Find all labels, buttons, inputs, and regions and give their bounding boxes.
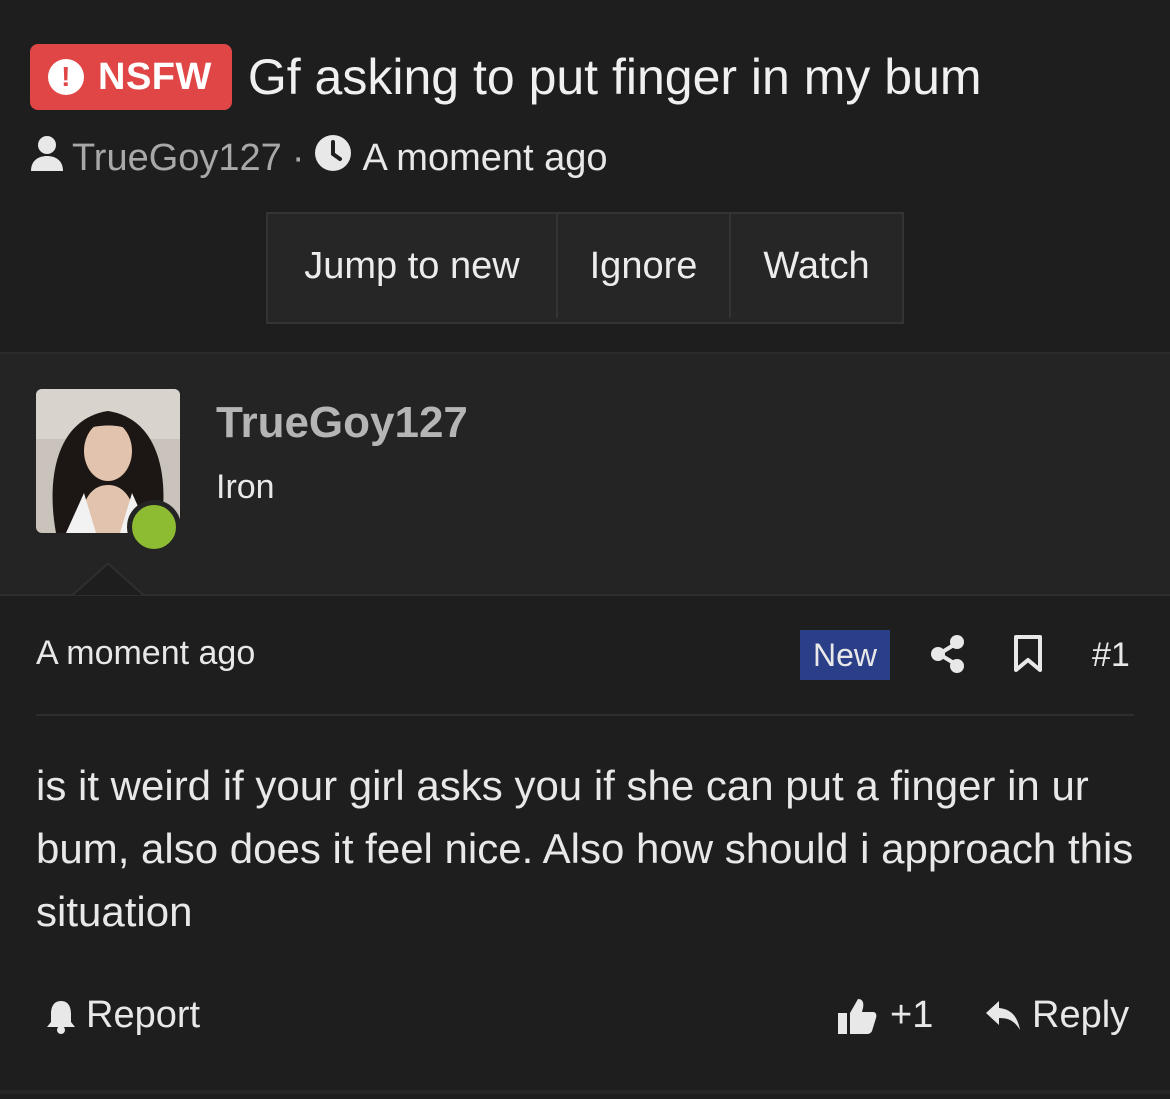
bookmark-icon[interactable] <box>1012 634 1044 679</box>
post-number-link[interactable]: #1 <box>1092 636 1130 675</box>
meta-separator: · <box>291 136 305 179</box>
share-icon[interactable] <box>930 634 966 679</box>
online-status-icon <box>127 500 181 554</box>
thumbs-up-icon <box>838 998 877 1034</box>
post-time[interactable]: A moment ago <box>36 634 255 673</box>
jump-to-new-button[interactable]: Jump to new <box>268 214 558 318</box>
bell-icon <box>47 1000 75 1034</box>
thread-title: Gf asking to put finger in my bum <box>247 49 982 105</box>
post-username[interactable]: TrueGoy127 <box>216 398 468 448</box>
nsfw-label: NSFW <box>98 55 212 98</box>
reply-label: Reply <box>1032 994 1130 1036</box>
post-message: is it weird if your girl asks you if she… <box>36 762 1134 935</box>
new-badge: New <box>800 630 890 680</box>
like-button[interactable]: +1 <box>836 994 933 1037</box>
watch-button[interactable]: Watch <box>731 214 902 318</box>
thread-actions: Jump to new Ignore Watch <box>266 212 904 324</box>
reply-button[interactable]: Reply <box>984 994 1129 1037</box>
exclamation-icon: ! <box>48 59 84 95</box>
ignore-button[interactable]: Ignore <box>558 214 731 318</box>
thread-meta: TrueGoy127 · A moment ago <box>30 134 608 182</box>
thread-time[interactable]: A moment ago <box>362 137 607 180</box>
user-arrow-inner <box>74 565 142 595</box>
reaction-count: +1 <box>890 994 934 1036</box>
report-button[interactable]: Report <box>44 994 200 1037</box>
user-icon <box>30 134 64 182</box>
bottom-divider <box>0 1090 1170 1094</box>
post-user-block: TrueGoy127 Iron <box>0 354 1170 596</box>
report-label: Report <box>86 994 201 1036</box>
title-row: ! NSFW Gf asking to put finger in my bum <box>30 44 982 110</box>
post-body: A moment ago New #1 is it weird if your … <box>0 596 1170 1099</box>
nsfw-badge: ! NSFW <box>30 44 232 110</box>
divider <box>36 714 1134 716</box>
reply-icon <box>986 1000 1020 1030</box>
thread-header: ! NSFW Gf asking to put finger in my bum… <box>0 0 1170 354</box>
thread-author-link[interactable]: TrueGoy127 <box>72 137 282 180</box>
user-rank: Iron <box>216 468 275 506</box>
clock-icon <box>314 134 352 182</box>
